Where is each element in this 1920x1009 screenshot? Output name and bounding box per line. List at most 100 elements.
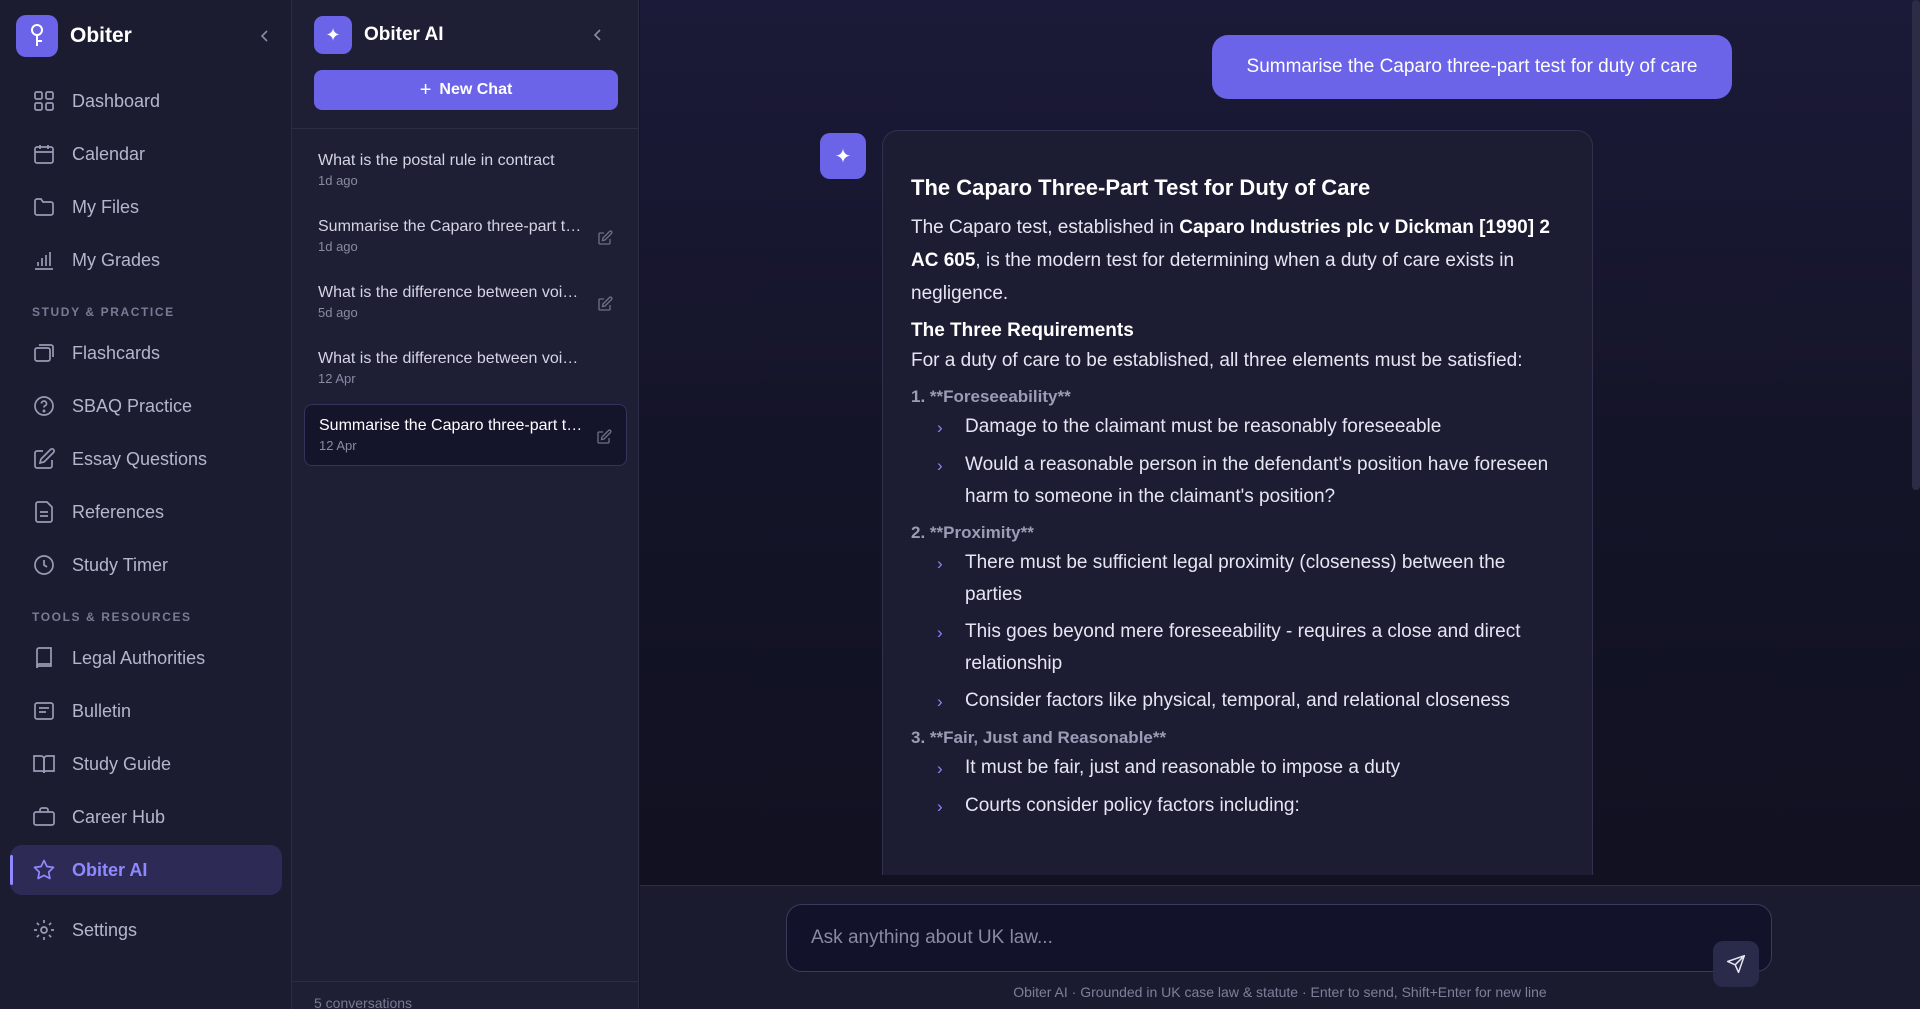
user-message-bubble: Summarise the Caparo three-part test for… <box>1212 35 1732 99</box>
sidebar-item-label: Legal Authorities <box>72 647 206 668</box>
composer-box <box>786 904 1772 987</box>
plus-icon: + <box>419 78 432 101</box>
sidebar-item-career-hub[interactable]: Career Hub <box>10 792 282 842</box>
open-book-icon <box>33 755 55 774</box>
intro-text: The Caparo test, established in <box>911 217 1180 238</box>
sidebar-item-essay-questions[interactable]: Essay Questions <box>10 434 282 484</box>
sidebar-item-label: My Grades <box>72 249 161 270</box>
response-subheading: The Three Requirements <box>911 320 1134 341</box>
collapse-panel-button[interactable] <box>587 24 609 46</box>
sidebar-item-study-timer[interactable]: Study Timer <box>10 540 282 590</box>
conversation-count: 5 conversations <box>314 995 413 1009</box>
rename-icon[interactable] <box>596 429 612 445</box>
sidebar-item-label: Career Hub <box>72 806 166 827</box>
conversation-item[interactable]: What is the difference between void and … <box>304 338 627 400</box>
composer-footnote: Obiter AI · Grounded in UK case law & st… <box>1013 984 1547 1000</box>
sidebar-item-legal-authorities[interactable]: Legal Authorities <box>10 633 282 683</box>
sidebar-divider <box>32 890 264 891</box>
chevron-right-icon: › <box>937 692 943 711</box>
response-lead: For a duty of care to be established, al… <box>911 350 1523 371</box>
sidebar-item-label: References <box>72 501 165 522</box>
question-circle-icon <box>34 396 54 416</box>
chat-input[interactable] <box>811 923 1671 953</box>
rename-icon[interactable] <box>597 296 613 312</box>
sidebar-item-sbaq-practice[interactable]: SBAQ Practice <box>10 381 282 431</box>
bullet-text: There must be sufficient legal proximity… <box>965 552 1506 605</box>
sidebar-item-label: SBAQ Practice <box>72 395 193 416</box>
rename-icon[interactable] <box>597 230 613 246</box>
bullet-text: Consider factors like physical, temporal… <box>965 690 1510 711</box>
bullet-text: Would a reasonable person in the defenda… <box>965 454 1549 507</box>
edit-icon <box>34 448 55 469</box>
book-icon <box>36 647 52 669</box>
conversation-time: 12 Apr <box>318 371 356 386</box>
conversation-time: 1d ago <box>318 173 358 188</box>
conversation-title: What is the postal rule in contract <box>318 152 555 169</box>
sidebar-item-my-files[interactable]: My Files <box>10 182 282 232</box>
bullet-point: › Courts consider policy factors includin… <box>911 790 1564 823</box>
chevron-right-icon: › <box>937 797 943 816</box>
bullet-text: This goes beyond mere foreseeability - r… <box>965 621 1521 674</box>
divider <box>292 981 639 982</box>
briefcase-icon <box>33 807 55 826</box>
sidebar-item-label: Dashboard <box>72 90 161 111</box>
sidebar-item-study-guide[interactable]: Study Guide <box>10 739 282 789</box>
bullet-text: It must be fair, just and reasonable to … <box>965 757 1401 778</box>
sidebar-item-settings[interactable]: Settings <box>10 905 282 955</box>
chevron-right-icon: › <box>937 418 943 437</box>
chevron-right-icon: › <box>937 554 943 573</box>
sidebar-item-bulletin[interactable]: Bulletin <box>10 686 282 736</box>
sidebar-item-flashcards[interactable]: Flashcards <box>10 328 282 378</box>
sidebar-item-calendar[interactable]: Calendar <box>10 129 282 179</box>
send-icon <box>1726 954 1746 974</box>
conversation-title: Summarise the Caparo three-part test for… <box>318 218 586 235</box>
sparkle-icon: ✦ <box>314 16 352 54</box>
sidebar-item-label: Study Timer <box>72 554 169 575</box>
divider <box>292 128 639 129</box>
conversation-panel: ✦ Obiter AI + New Chat What is the posta… <box>292 0 639 1009</box>
chat-area: Summarise the Caparo three-part test for… <box>640 0 1920 1009</box>
cards-icon <box>34 344 54 362</box>
requirement-heading: 3. **Fair, Just and Reasonable** <box>911 728 1167 747</box>
conversation-time: 5d ago <box>318 305 358 320</box>
chevron-right-icon: › <box>937 623 943 642</box>
conversation-panel-header: ✦ Obiter AI <box>314 16 619 54</box>
sidebar-item-my-grades[interactable]: My Grades <box>10 235 282 285</box>
requirement-heading: 1. **Foreseeability** <box>911 387 1071 406</box>
sidebar-item-label: Bulletin <box>72 700 132 721</box>
new-chat-button[interactable]: + New Chat <box>314 70 618 110</box>
obiter-logo[interactable] <box>16 15 58 57</box>
sidebar-settings-group: Settings <box>10 905 282 958</box>
newspaper-icon <box>34 702 54 720</box>
conversation-item[interactable]: What is the difference between void and … <box>304 272 627 334</box>
section-label-tools: TOOLS & RESOURCES <box>32 610 192 624</box>
bullet-point: › This goes beyond mere foreseeability - … <box>911 616 1564 680</box>
bar-chart-icon <box>35 252 53 270</box>
panel-title: Obiter AI <box>364 24 444 45</box>
brand-name: Obiter <box>70 24 132 47</box>
new-chat-label: New Chat <box>439 81 513 98</box>
requirement-heading: 2. **Proximity** <box>911 523 1034 542</box>
conversation-item[interactable]: What is the postal rule in contract 1d a… <box>304 140 627 202</box>
conversation-list: What is the postal rule in contract 1d a… <box>304 140 627 470</box>
conversation-item-active[interactable]: Summarise the Caparo three-part test for… <box>304 404 627 466</box>
sidebar-item-label: Study Guide <box>72 753 172 774</box>
sidebar-item-references[interactable]: References <box>10 487 282 537</box>
conversation-time: 1d ago <box>318 239 358 254</box>
bullet-point: › Damage to the claimant must be reasonab… <box>911 411 1564 444</box>
ai-sparkle-icon: ✦ <box>820 133 866 179</box>
sidebar-header: Obiter <box>16 14 276 58</box>
section-label-study: STUDY & PRACTICE <box>32 305 175 319</box>
conversation-item[interactable]: Summarise the Caparo three-part test for… <box>304 206 627 268</box>
gear-icon <box>34 920 54 940</box>
sidebar-item-obiter-ai[interactable]: Obiter AI <box>10 845 282 895</box>
chat-scrollbar[interactable] <box>1912 0 1920 490</box>
collapse-sidebar-button[interactable] <box>254 25 276 47</box>
chevron-right-icon: › <box>937 759 943 778</box>
sidebar-item-dashboard[interactable]: Dashboard <box>10 76 282 126</box>
clock-icon <box>34 555 54 575</box>
send-button[interactable] <box>1713 941 1759 987</box>
bullet-point: › It must be fair, just and reasonable to… <box>911 752 1564 785</box>
key-logo-icon <box>31 24 43 46</box>
bullet-point: › Consider factors like physical, tempora… <box>911 685 1564 718</box>
